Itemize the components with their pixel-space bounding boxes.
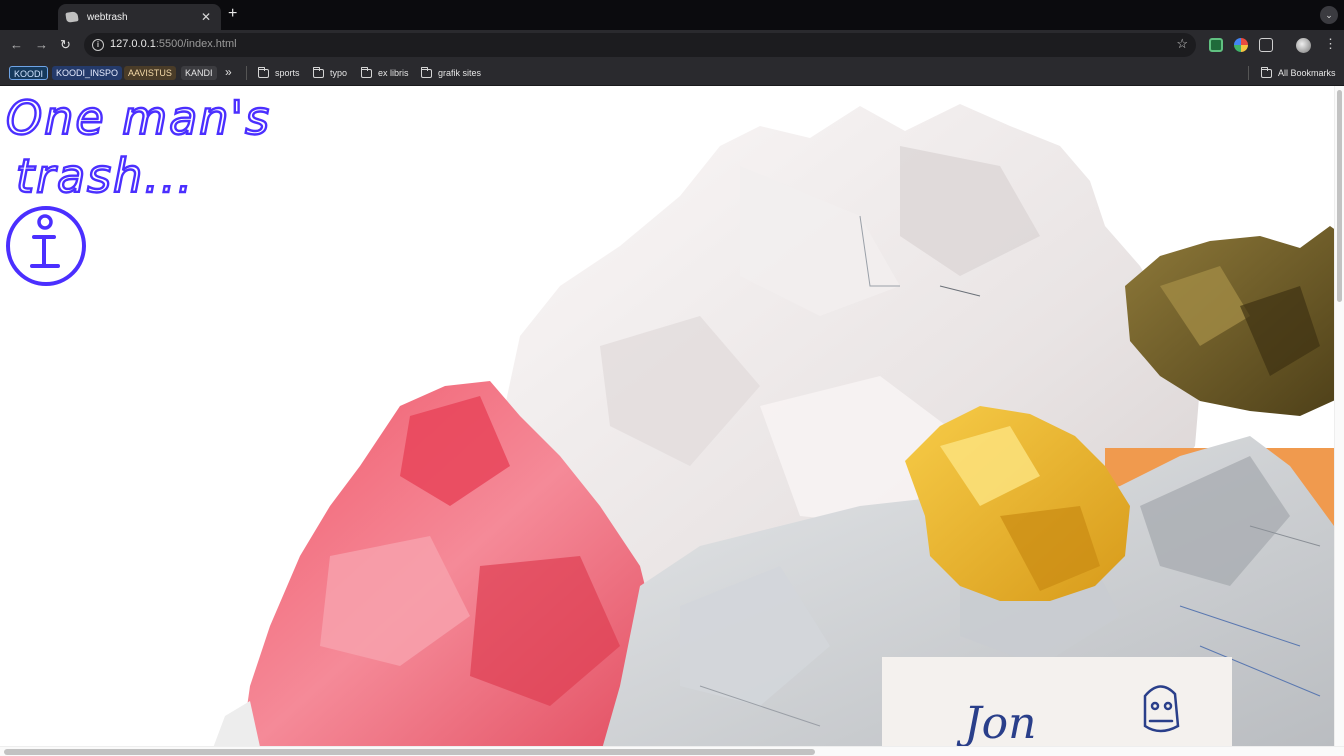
url-text: 127.0.0.1:5500/index.html bbox=[110, 38, 237, 50]
tab-webtrash[interactable]: webtrash ✕ bbox=[58, 4, 221, 30]
page-title: One man's trash... bbox=[5, 90, 271, 204]
info-button[interactable] bbox=[4, 204, 88, 288]
folder-icon bbox=[257, 66, 269, 78]
heading-line-2: trash... bbox=[16, 149, 194, 203]
all-bookmarks-button[interactable]: All Bookmarks bbox=[1260, 66, 1336, 80]
bookmark-koodi[interactable]: KOODI bbox=[9, 66, 49, 80]
horizontal-scrollbar[interactable] bbox=[0, 746, 1344, 756]
folder-icon bbox=[420, 66, 432, 78]
profile-avatar[interactable] bbox=[1296, 38, 1311, 53]
bookmarks-bar: KOODI KOODI_INSPO AAVISTUS KANDI » sport… bbox=[0, 60, 1344, 86]
heading-line-1: One man's bbox=[6, 91, 271, 145]
bookmark-folder-grafik-sites[interactable]: grafik sites bbox=[420, 66, 481, 80]
address-bar[interactable]: i 127.0.0.1:5500/index.html ☆ bbox=[84, 33, 1196, 57]
forward-arrow-icon[interactable]: → bbox=[35, 37, 48, 53]
browser-toolbar: ← → ↻ i 127.0.0.1:5500/index.html ☆ ⋮ bbox=[0, 30, 1344, 60]
extensions-puzzle-icon[interactable] bbox=[1259, 38, 1273, 52]
bookmark-kandi[interactable]: KANDI bbox=[181, 66, 217, 80]
site-info-icon[interactable]: i bbox=[92, 39, 104, 51]
bookmark-folder-ex-libris[interactable]: ex libris bbox=[360, 66, 409, 80]
new-tab-icon[interactable]: + bbox=[228, 5, 237, 23]
page-viewport: Jon One man's trash... bbox=[0, 86, 1344, 756]
menu-dots-icon[interactable]: ⋮ bbox=[1324, 36, 1337, 52]
divider bbox=[246, 66, 247, 80]
note-handwriting: Jon bbox=[956, 698, 1036, 749]
bookmark-aavistus[interactable]: AAVISTUS bbox=[124, 66, 176, 80]
tab-title: webtrash bbox=[87, 11, 128, 23]
bookmarks-overflow-icon[interactable]: » bbox=[225, 65, 232, 79]
trash-favicon-icon bbox=[65, 11, 79, 23]
folder-icon bbox=[1260, 66, 1272, 78]
bookmark-koodi-inspo[interactable]: KOODI_INSPO bbox=[52, 66, 123, 80]
note-paper bbox=[882, 657, 1232, 756]
reload-icon[interactable]: ↻ bbox=[60, 37, 71, 53]
bookmark-star-icon[interactable]: ☆ bbox=[1176, 36, 1188, 52]
back-arrow-icon[interactable]: ← bbox=[10, 37, 23, 53]
color-picker-extension-icon[interactable] bbox=[1234, 38, 1248, 52]
folder-icon bbox=[312, 66, 324, 78]
folder-icon bbox=[360, 66, 372, 78]
bookmark-folder-sports[interactable]: sports bbox=[257, 66, 300, 80]
vertical-scrollbar[interactable] bbox=[1334, 86, 1344, 746]
vertical-scroll-thumb[interactable] bbox=[1337, 90, 1342, 302]
bookmark-folder-typo[interactable]: typo bbox=[312, 66, 347, 80]
horizontal-scroll-thumb[interactable] bbox=[4, 749, 815, 755]
close-tab-icon[interactable]: ✕ bbox=[199, 10, 213, 24]
extension-icon[interactable] bbox=[1209, 38, 1223, 52]
divider bbox=[1248, 66, 1249, 80]
tab-strip: webtrash ✕ + ⌄ bbox=[0, 0, 1344, 30]
tab-search-chevron-icon[interactable]: ⌄ bbox=[1320, 6, 1338, 24]
